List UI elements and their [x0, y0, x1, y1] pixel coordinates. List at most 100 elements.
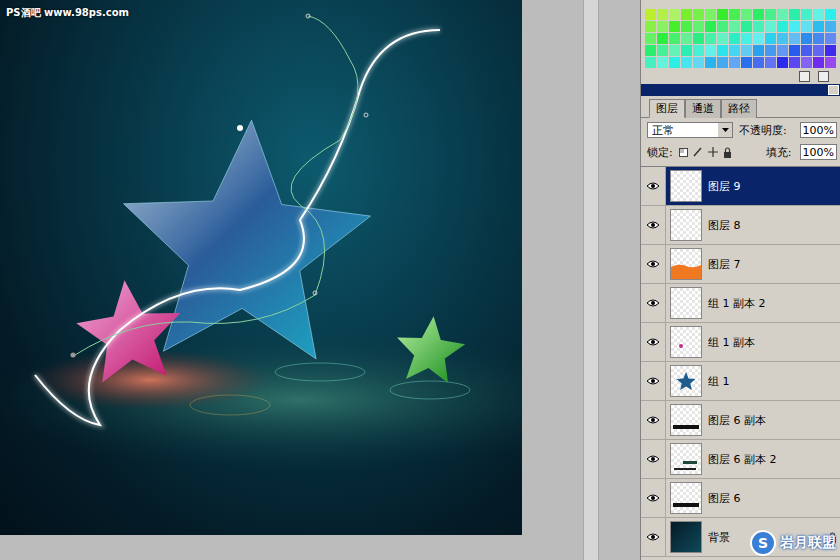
swatch[interactable]: [777, 57, 788, 68]
swatch[interactable]: [693, 33, 704, 44]
swatch[interactable]: [681, 9, 692, 20]
swatch[interactable]: [645, 57, 656, 68]
visibility-toggle[interactable]: [641, 518, 666, 556]
swatch[interactable]: [813, 57, 824, 68]
swatch[interactable]: [729, 33, 740, 44]
swatch[interactable]: [657, 9, 668, 20]
swatch[interactable]: [789, 33, 800, 44]
swatch[interactable]: [741, 33, 752, 44]
swatch[interactable]: [825, 45, 836, 56]
swatch[interactable]: [825, 9, 836, 20]
swatch[interactable]: [657, 45, 668, 56]
layer-row[interactable]: 组 1 副本 2: [641, 284, 840, 323]
swatch[interactable]: [705, 9, 716, 20]
blend-mode-select[interactable]: 正常: [647, 122, 733, 138]
swatch[interactable]: [801, 9, 812, 20]
swatch[interactable]: [777, 21, 788, 32]
swatch[interactable]: [729, 21, 740, 32]
swatch[interactable]: [729, 57, 740, 68]
swatch[interactable]: [813, 33, 824, 44]
swatch[interactable]: [789, 45, 800, 56]
swatch[interactable]: [717, 45, 728, 56]
visibility-toggle[interactable]: [641, 323, 666, 361]
eye-icon[interactable]: [646, 415, 660, 425]
swatch[interactable]: [669, 57, 680, 68]
swatch[interactable]: [705, 45, 716, 56]
swatch[interactable]: [645, 21, 656, 32]
eye-icon[interactable]: [646, 532, 660, 542]
lock-transparency-icon[interactable]: [679, 148, 688, 157]
swatch[interactable]: [705, 21, 716, 32]
swatch[interactable]: [765, 57, 776, 68]
swatch[interactable]: [693, 9, 704, 20]
layer-row[interactable]: 图层 6 副本: [641, 401, 840, 440]
swatch[interactable]: [693, 21, 704, 32]
layer-row[interactable]: 图层 6 副本 2: [641, 440, 840, 479]
panel-tab[interactable]: 通道: [685, 99, 721, 118]
swatch[interactable]: [717, 33, 728, 44]
canvas-artwork[interactable]: [0, 0, 522, 535]
swatch[interactable]: [693, 45, 704, 56]
swatch[interactable]: [777, 45, 788, 56]
eye-icon[interactable]: [646, 376, 660, 386]
swatch[interactable]: [753, 33, 764, 44]
swatch[interactable]: [825, 57, 836, 68]
layer-row[interactable]: 图层 6: [641, 479, 840, 518]
swatch[interactable]: [717, 9, 728, 20]
eye-icon[interactable]: [646, 298, 660, 308]
delete-swatch-icon[interactable]: [818, 71, 829, 82]
swatch[interactable]: [753, 21, 764, 32]
swatch[interactable]: [657, 21, 668, 32]
swatch[interactable]: [717, 21, 728, 32]
swatch[interactable]: [813, 9, 824, 20]
panel-menu-button[interactable]: [828, 85, 839, 95]
visibility-toggle[interactable]: [641, 440, 666, 478]
visibility-toggle[interactable]: [641, 284, 666, 322]
swatch[interactable]: [753, 57, 764, 68]
swatch[interactable]: [777, 33, 788, 44]
layer-row[interactable]: 组 1 副本: [641, 323, 840, 362]
swatch[interactable]: [645, 9, 656, 20]
swatch[interactable]: [813, 21, 824, 32]
visibility-toggle[interactable]: [641, 401, 666, 439]
swatch[interactable]: [693, 57, 704, 68]
swatch[interactable]: [765, 21, 776, 32]
opacity-field[interactable]: 100%: [800, 122, 837, 138]
swatch[interactable]: [645, 45, 656, 56]
swatch[interactable]: [753, 45, 764, 56]
swatch[interactable]: [765, 45, 776, 56]
eye-icon[interactable]: [646, 181, 660, 191]
swatch[interactable]: [765, 9, 776, 20]
swatch[interactable]: [681, 21, 692, 32]
swatch[interactable]: [681, 45, 692, 56]
layer-row[interactable]: 图层 9: [641, 167, 840, 206]
visibility-toggle[interactable]: [641, 245, 666, 283]
swatch[interactable]: [741, 45, 752, 56]
eye-icon[interactable]: [646, 337, 660, 347]
swatch[interactable]: [825, 21, 836, 32]
swatch[interactable]: [801, 33, 812, 44]
swatch[interactable]: [669, 45, 680, 56]
swatch[interactable]: [741, 21, 752, 32]
swatch[interactable]: [705, 33, 716, 44]
swatch[interactable]: [753, 9, 764, 20]
swatch[interactable]: [669, 33, 680, 44]
swatch[interactable]: [801, 45, 812, 56]
swatch[interactable]: [789, 57, 800, 68]
swatch[interactable]: [681, 57, 692, 68]
swatch[interactable]: [801, 57, 812, 68]
swatch[interactable]: [741, 9, 752, 20]
visibility-toggle[interactable]: [641, 479, 666, 517]
swatch[interactable]: [801, 21, 812, 32]
visibility-toggle[interactable]: [641, 362, 666, 400]
swatch[interactable]: [705, 57, 716, 68]
swatch[interactable]: [669, 9, 680, 20]
eye-icon[interactable]: [646, 454, 660, 464]
eye-icon[interactable]: [646, 493, 660, 503]
layer-row[interactable]: 图层 7: [641, 245, 840, 284]
new-swatch-icon[interactable]: [799, 71, 810, 82]
swatch[interactable]: [777, 9, 788, 20]
layer-row[interactable]: 图层 8: [641, 206, 840, 245]
swatch[interactable]: [657, 57, 668, 68]
swatch[interactable]: [741, 57, 752, 68]
